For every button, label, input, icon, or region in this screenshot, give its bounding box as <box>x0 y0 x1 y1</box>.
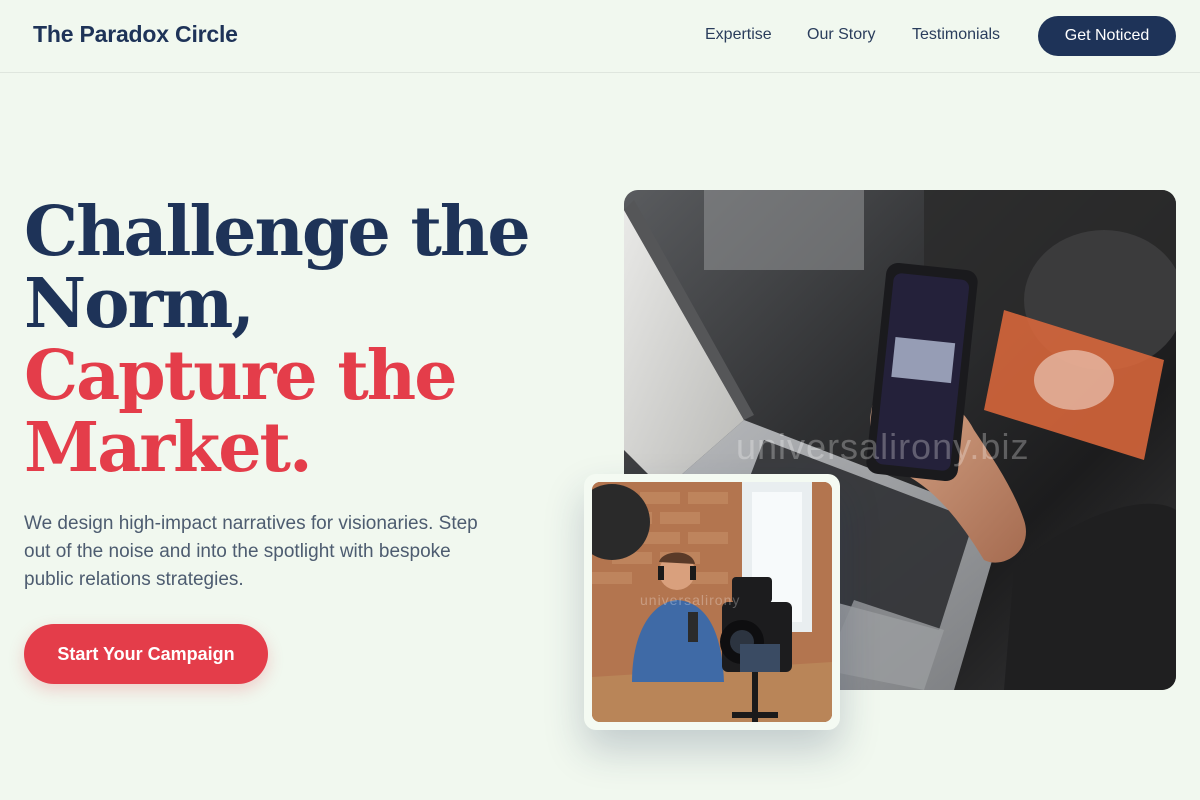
nav-link-expertise[interactable]: Expertise <box>705 26 772 44</box>
inset-image-frame: universalirony <box>584 474 840 730</box>
get-noticed-button[interactable]: Get Noticed <box>1038 16 1176 56</box>
headline-line-2: Norm, <box>24 264 255 344</box>
top-navigation: The Paradox Circle Expertise Our Story T… <box>0 0 1200 73</box>
headline-line-3: Capture the <box>24 336 457 416</box>
inset-image-podcast: universalirony <box>592 482 832 722</box>
hero-description: We design high-impact narratives for vis… <box>24 513 478 590</box>
headline-line-1: Challenge the <box>24 192 531 272</box>
inset-image-watermark: universalirony <box>640 592 741 608</box>
hero-headline: Challenge the Norm, Capture the Market. <box>24 196 584 484</box>
start-campaign-button[interactable]: Start Your Campaign <box>24 624 268 684</box>
headline-line-4: Market. <box>24 408 313 488</box>
nav-link-our-story[interactable]: Our Story <box>807 26 875 44</box>
brand-logo-text[interactable]: The Paradox Circle <box>33 21 238 48</box>
nav-link-testimonials[interactable]: Testimonials <box>912 26 1000 44</box>
main-image-watermark: universalirony.biz <box>736 426 1030 467</box>
